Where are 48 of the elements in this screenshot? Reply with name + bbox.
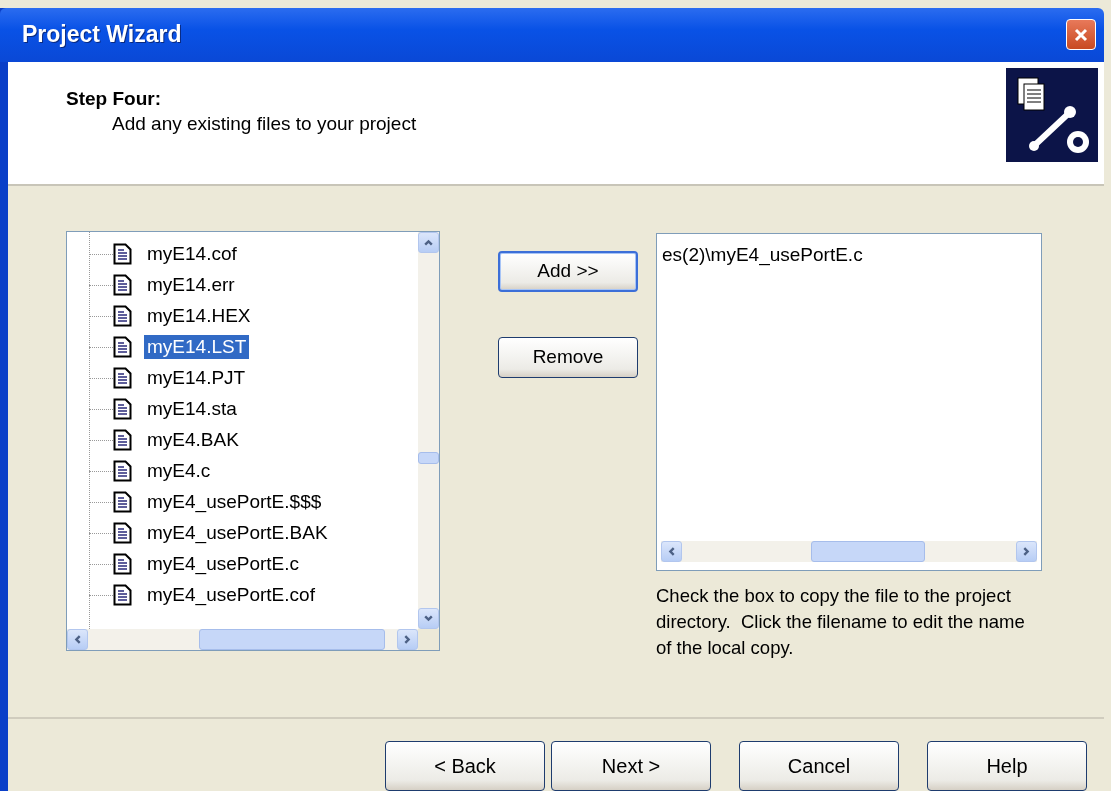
horizontal-scrollbar[interactable] — [67, 628, 418, 650]
file-item[interactable]: myE4_usePortE.c — [144, 552, 303, 577]
scrollbar-thumb[interactable] — [418, 451, 439, 464]
chevron-right-icon — [402, 633, 413, 645]
list-action-button[interactable]: Add >> — [498, 250, 638, 292]
file-item[interactable]: myE4_usePortE.$$$ — [144, 490, 325, 515]
document-icon — [113, 429, 132, 452]
document-icon — [113, 522, 132, 545]
vertical-scrollbar[interactable] — [418, 231, 439, 629]
step-title: Step Four: — [66, 87, 162, 110]
file-item[interactable]: myE14.LST — [144, 335, 250, 360]
file-item[interactable]: myE14.cof — [144, 242, 240, 267]
scrollbar-corner — [418, 628, 439, 650]
footer-button[interactable]: Help — [927, 741, 1087, 791]
file-item[interactable]: myE14.sta — [144, 397, 240, 422]
document-icon — [113, 398, 132, 421]
document-icon — [113, 274, 132, 297]
document-icon — [113, 460, 132, 483]
document-icon — [113, 336, 132, 359]
scrollbar-thumb[interactable] — [199, 628, 385, 650]
list-action-button[interactable]: Remove — [498, 336, 638, 378]
footer-button[interactable]: < Back — [385, 741, 545, 791]
chevron-left-icon — [72, 633, 83, 645]
hint-text: Check the box to copy the file to the project directory. Click the filename to edit the name of the local copy. — [656, 583, 1026, 660]
chevron-left-icon — [666, 545, 677, 557]
horizontal-scrollbar[interactable] — [661, 540, 1037, 562]
chevron-right-icon — [1021, 545, 1032, 557]
added-file-item[interactable]: es(2)\myE4_usePortE.c — [662, 243, 1041, 266]
document-icon — [113, 367, 132, 390]
close-icon — [1073, 26, 1089, 43]
document-icon — [113, 584, 132, 607]
step-subtitle: Add any existing files to your project — [111, 112, 417, 135]
window-title: Project Wizard — [22, 21, 182, 49]
file-item[interactable]: myE4_usePortE.BAK — [144, 521, 331, 546]
footer-button[interactable]: Next > — [551, 741, 711, 791]
file-item[interactable]: myE14.PJT — [144, 366, 249, 391]
document-icon — [113, 553, 132, 576]
file-item[interactable]: myE4_usePortE.cof — [144, 583, 318, 608]
document-icon — [113, 305, 132, 328]
document-icon — [113, 491, 132, 514]
file-item[interactable]: myE14.HEX — [144, 304, 254, 329]
file-item[interactable]: myE14.err — [144, 273, 238, 298]
footer-button[interactable]: Cancel — [739, 741, 899, 791]
close-button[interactable] — [1066, 19, 1096, 51]
document-icon — [113, 243, 132, 266]
file-item[interactable]: myE4.c — [144, 459, 214, 484]
file-item[interactable]: myE4.BAK — [144, 428, 242, 453]
scrollbar-thumb[interactable] — [811, 540, 925, 562]
